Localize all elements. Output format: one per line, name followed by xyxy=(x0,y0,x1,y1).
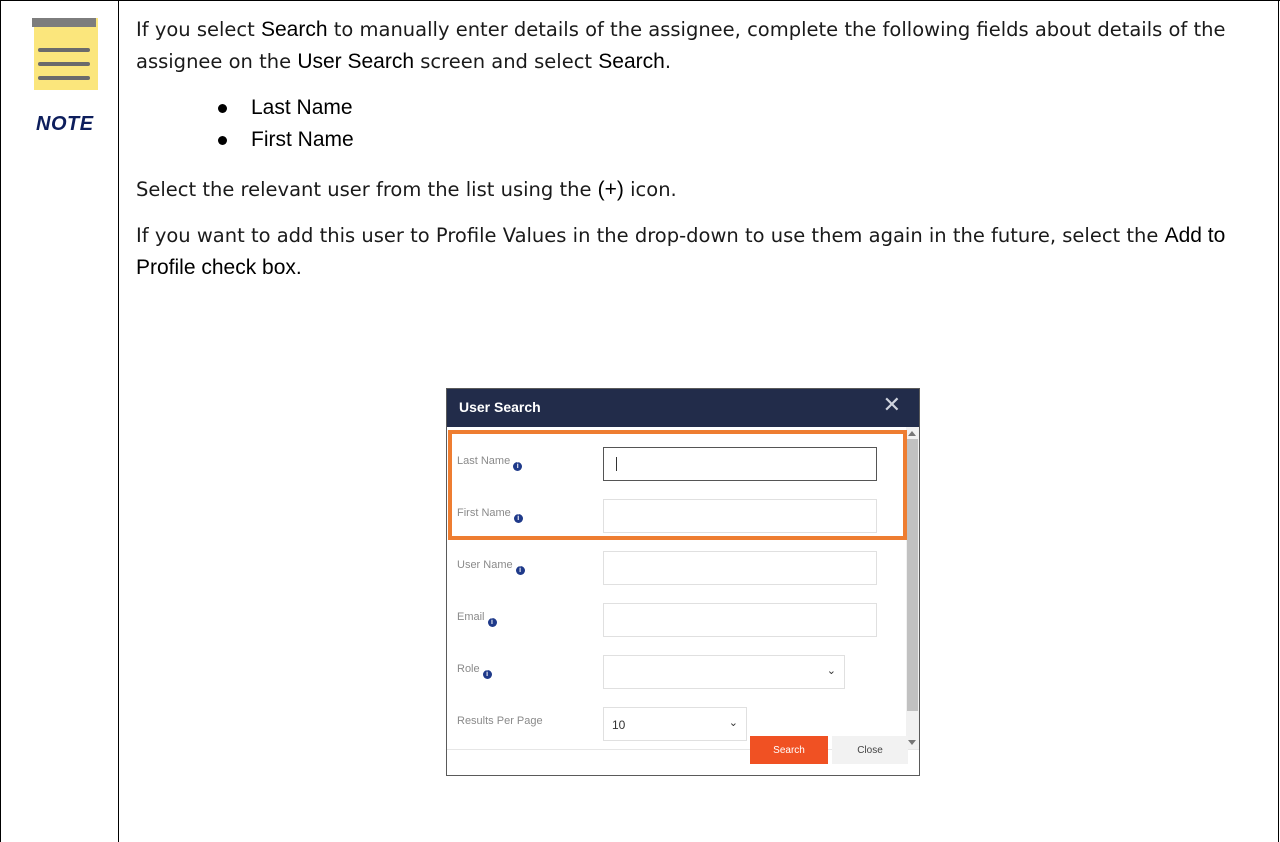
note-content: If you select Search to manually enter d… xyxy=(136,14,1256,284)
chevron-down-icon: ⌄ xyxy=(728,717,738,729)
user-name-label: User Name i xyxy=(457,559,525,575)
last-name-label: Last Name i xyxy=(457,455,523,471)
results-per-page-select[interactable]: 10 ⌄ xyxy=(603,707,747,741)
note-pad-top xyxy=(32,18,96,27)
dialog-title: User Search xyxy=(459,399,541,415)
info-icon[interactable]: i xyxy=(487,618,497,627)
note-line-1 xyxy=(38,48,90,52)
scroll-down-icon[interactable] xyxy=(908,740,916,745)
info-icon[interactable]: i xyxy=(515,566,525,575)
user-search-term: User Search xyxy=(297,50,415,73)
note-line-3 xyxy=(38,76,90,80)
email-label: Email i xyxy=(457,611,497,627)
info-icon[interactable]: i xyxy=(482,670,492,679)
list-item: First Name xyxy=(136,124,1256,156)
close-icon[interactable]: ✕ xyxy=(883,395,901,417)
dialog-header: User Search ✕ xyxy=(447,389,919,427)
field-list: Last Name First Name xyxy=(136,92,1256,156)
scroll-thumb[interactable] xyxy=(907,439,918,711)
email-input[interactable] xyxy=(603,603,877,637)
last-name-input[interactable] xyxy=(603,447,877,481)
user-search-dialog: User Search ✕ Last Name i First Name i Use… xyxy=(446,388,920,776)
dialog-body: Last Name i First Name i User Name i Email i… xyxy=(447,427,905,749)
frame-top-border xyxy=(0,0,1280,1)
frame-right-border xyxy=(1278,0,1279,842)
close-button[interactable]: Close xyxy=(832,736,908,764)
note-line-2 xyxy=(38,62,90,66)
paragraph-search-instructions: If you select Search to manually enter d… xyxy=(136,18,1226,73)
search-button[interactable]: Search xyxy=(750,736,828,764)
search-term: Search xyxy=(260,18,328,41)
user-name-input[interactable] xyxy=(603,551,877,585)
frame-divider xyxy=(118,0,119,842)
chevron-down-icon: ⌄ xyxy=(826,665,836,677)
info-icon[interactable]: i xyxy=(513,462,523,471)
info-icon[interactable]: i xyxy=(513,514,523,523)
results-per-page-label: Results Per Page xyxy=(457,715,543,727)
search-term: Search xyxy=(598,50,665,73)
note-label: NOTE xyxy=(36,113,94,135)
scroll-up-icon[interactable] xyxy=(908,431,916,436)
frame-left-border xyxy=(0,0,1,842)
paragraph-add-to-profile: If you want to add this user to Profile … xyxy=(136,224,1226,279)
dialog-scrollbar[interactable] xyxy=(906,427,919,749)
role-label: Role i xyxy=(457,663,492,679)
bullet-icon xyxy=(218,136,227,145)
list-item: Last Name xyxy=(136,92,1256,124)
role-select[interactable]: ⌄ xyxy=(603,655,845,689)
plus-term: (+) xyxy=(597,178,624,201)
text-cursor xyxy=(616,457,617,471)
results-per-page-value: 10 xyxy=(612,718,626,732)
bullet-icon xyxy=(218,104,227,113)
paragraph-select-user: Select the relevant user from the list u… xyxy=(136,178,677,201)
note-icon: NOTE xyxy=(32,18,100,138)
first-name-label: First Name i xyxy=(457,507,523,523)
first-name-input[interactable] xyxy=(603,499,877,533)
